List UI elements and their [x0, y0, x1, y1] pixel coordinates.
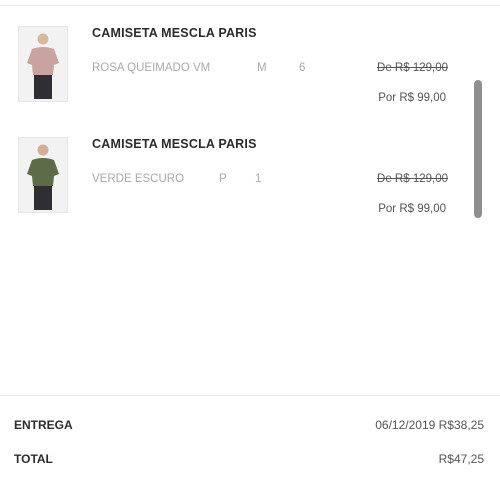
product-color: ROSA QUEIMADO VM	[92, 62, 211, 74]
product-quantity: 1	[255, 173, 262, 185]
sale-price: Por R$ 99,00	[378, 92, 446, 104]
product-color: VERDE ESCURO	[92, 173, 185, 185]
summary-divider	[0, 395, 500, 396]
product-quantity: 6	[299, 62, 306, 74]
sale-price: Por R$ 99,00	[378, 203, 446, 215]
product-image[interactable]	[18, 137, 68, 213]
product-image[interactable]	[18, 26, 68, 102]
product-name[interactable]: CAMISETA MESCLA PARIS	[92, 26, 257, 40]
cart-item[interactable]: CAMISETA MESCLA PARIS VERDE ESCURO P 1 D…	[0, 137, 470, 237]
scrollbar-thumb[interactable]	[474, 80, 482, 218]
cart-item[interactable]: CAMISETA MESCLA PARIS ROSA QUEIMADO VM M…	[0, 26, 470, 126]
total-label: TOTAL	[14, 452, 53, 466]
old-price: De R$ 129,00	[377, 173, 448, 185]
top-divider	[0, 5, 500, 6]
total-value: R$47,25	[438, 452, 484, 466]
product-size: M	[257, 62, 267, 74]
product-size: P	[219, 173, 227, 185]
old-price: De R$ 129,00	[377, 62, 448, 74]
delivery-label: ENTREGA	[14, 418, 73, 432]
product-name[interactable]: CAMISETA MESCLA PARIS	[92, 137, 257, 151]
delivery-value: 06/12/2019 R$38,25	[375, 418, 484, 432]
